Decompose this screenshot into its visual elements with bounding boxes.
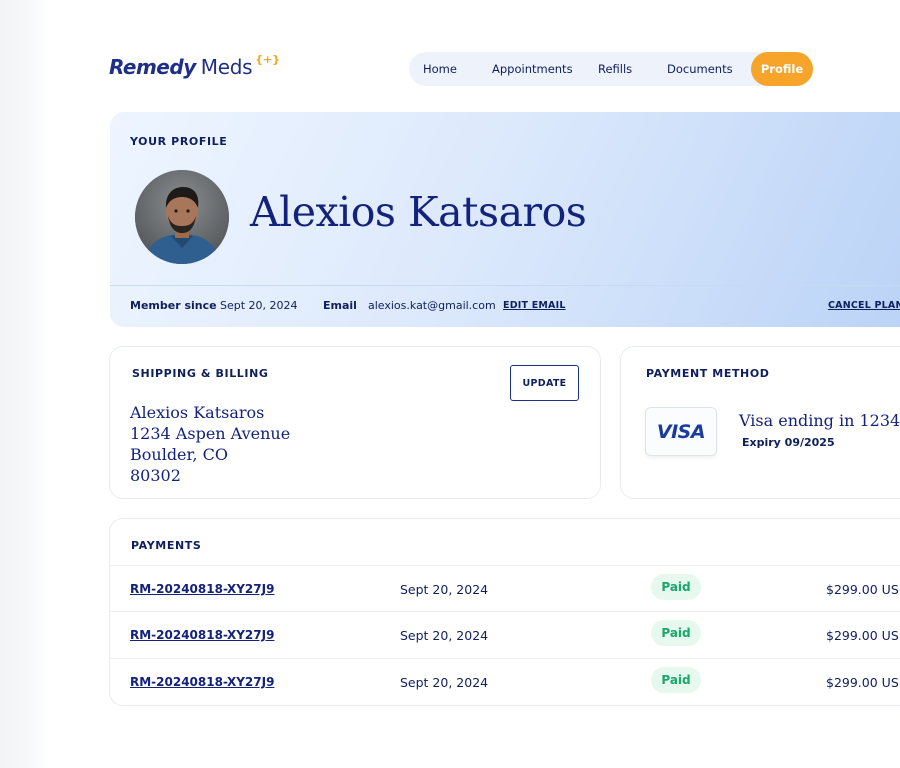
payment-date: Sept 20, 2024 <box>400 628 489 643</box>
status-badge: Paid <box>651 620 701 646</box>
nav-item-appointments[interactable]: Appointments <box>492 52 573 86</box>
address-line: Boulder, CO <box>130 445 228 464</box>
profile-card: YOUR PROFILE Alexios Katsaros Member sin… <box>110 112 900 327</box>
nav-item-documents[interactable]: Documents <box>667 52 733 86</box>
payments-heading: PAYMENTS <box>131 539 202 552</box>
payment-amount: $299.00 USD <box>826 628 900 643</box>
nav-item-home[interactable]: Home <box>423 52 457 86</box>
profile-heading: YOUR PROFILE <box>130 135 228 148</box>
email-label: Email <box>323 299 357 312</box>
payment-id-link[interactable]: RM-20240818-XY27J9 <box>130 582 274 596</box>
visa-logo-icon: VISA <box>645 407 717 456</box>
shipping-billing-card: SHIPPING & BILLING UPDATE Alexios Katsar… <box>109 346 601 499</box>
address-line: Alexios Katsaros <box>130 403 265 422</box>
avatar-photo-icon <box>135 170 229 264</box>
payment-id-link[interactable]: RM-20240818-XY27J9 <box>130 675 274 689</box>
member-since-label: Member since <box>130 299 217 312</box>
cancel-plan-link[interactable]: CANCEL PLAN <box>828 300 900 311</box>
edit-email-link[interactable]: EDIT EMAIL <box>503 300 566 311</box>
table-row: RM-20240818-XY27J9 Sept 20, 2024 Paid $2… <box>110 565 900 612</box>
update-address-button[interactable]: UPDATE <box>510 365 579 401</box>
card-expiry: Expiry 09/2025 <box>742 436 835 449</box>
logo-text-light: Meds <box>200 55 253 79</box>
email-value: alexios.kat@gmail.com <box>368 299 496 312</box>
payments-card: PAYMENTS RM-20240818-XY27J9 Sept 20, 202… <box>109 518 900 706</box>
main-nav: Home Appointments Refills Documents Prof… <box>409 52 813 86</box>
payment-method-heading: PAYMENT METHOD <box>646 367 770 380</box>
shipping-heading: SHIPPING & BILLING <box>132 367 269 380</box>
payment-amount: $299.00 USD <box>826 675 900 690</box>
status-badge: Paid <box>651 574 701 600</box>
payment-date: Sept 20, 2024 <box>400 582 489 597</box>
table-row: RM-20240818-XY27J9 Sept 20, 2024 Paid $2… <box>110 658 900 705</box>
address-line: 1234 Aspen Avenue <box>130 424 291 443</box>
table-row: RM-20240818-XY27J9 Sept 20, 2024 Paid $2… <box>110 611 900 658</box>
status-badge: Paid <box>651 667 701 693</box>
payment-date: Sept 20, 2024 <box>400 675 489 690</box>
nav-item-refills[interactable]: Refills <box>598 52 632 86</box>
logo-plus-icon: {+} <box>255 53 281 66</box>
payment-id-link[interactable]: RM-20240818-XY27J9 <box>130 628 274 642</box>
visa-logo-text: VISA <box>656 420 706 443</box>
logo-text-bold: Remedy <box>109 55 196 79</box>
profile-name: Alexios Katsaros <box>250 188 587 236</box>
payment-amount: $299.00 USD <box>826 582 900 597</box>
avatar <box>135 170 229 264</box>
payment-method-card: PAYMENT METHOD VISA Visa ending in 1234 … <box>620 346 900 499</box>
card-description: Visa ending in 1234 <box>739 411 900 430</box>
page-edge-shadow <box>0 0 48 768</box>
member-since-value: Sept 20, 2024 <box>220 299 298 312</box>
nav-item-profile[interactable]: Profile <box>751 52 813 86</box>
brand-logo[interactable]: Remedy Meds {+} <box>109 53 281 79</box>
profile-divider <box>110 285 900 286</box>
address-line: 80302 <box>130 466 181 485</box>
